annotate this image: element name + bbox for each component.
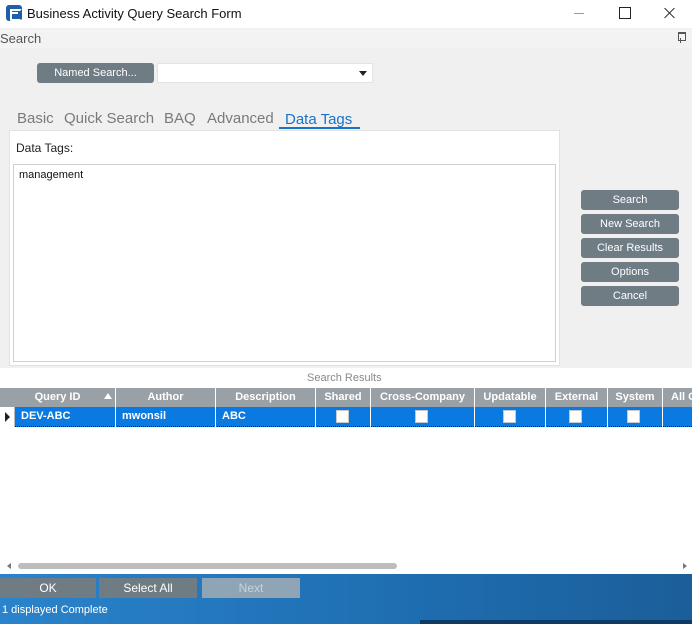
new-search-button[interactable]: New Search xyxy=(581,214,679,234)
cross-company-checkbox[interactable] xyxy=(415,410,428,423)
column-header-all-companies[interactable]: All C xyxy=(663,388,692,407)
window-title: Business Activity Query Search Form xyxy=(27,6,242,21)
cell-cross-company xyxy=(371,407,475,427)
cell-updatable xyxy=(475,407,546,427)
column-header-cross-company[interactable]: Cross-Company xyxy=(371,388,475,407)
title-bar: Business Activity Query Search Form xyxy=(0,0,692,28)
options-button[interactable]: Options xyxy=(581,262,679,282)
data-tags-input[interactable]: management xyxy=(13,164,556,362)
cell-query-id[interactable]: DEV-ABC xyxy=(15,407,116,427)
cell-shared xyxy=(316,407,371,427)
maximize-icon[interactable] xyxy=(602,0,648,28)
tab-baq[interactable]: BAQ xyxy=(164,110,196,127)
tab-advanced[interactable]: Advanced xyxy=(207,110,274,127)
scrollbar-thumb[interactable] xyxy=(18,563,397,569)
search-results-label: Search Results xyxy=(307,372,382,384)
pin-icon[interactable] xyxy=(677,32,686,43)
tab-basic[interactable]: Basic xyxy=(17,110,54,127)
scroll-right-icon[interactable] xyxy=(683,563,687,569)
close-icon[interactable] xyxy=(646,0,692,28)
column-header-description[interactable]: Description xyxy=(216,388,316,407)
tab-quick-search[interactable]: Quick Search xyxy=(64,110,154,127)
search-results-header: Search Results xyxy=(0,368,692,388)
chevron-down-icon[interactable] xyxy=(359,71,367,76)
ok-button[interactable]: OK xyxy=(0,578,96,598)
column-header-author[interactable]: Author xyxy=(116,388,216,407)
results-grid: Query ID Author Description Shared Cross… xyxy=(0,388,692,574)
tab-data-tags[interactable]: Data Tags xyxy=(285,111,352,128)
footer-divider xyxy=(420,620,692,624)
grid-header: Query ID Author Description Shared Cross… xyxy=(0,388,692,407)
column-header-system[interactable]: System xyxy=(608,388,663,407)
named-search-button[interactable]: Named Search... xyxy=(37,63,154,83)
cell-author[interactable]: mwonsil xyxy=(116,407,216,427)
table-row[interactable]: DEV-ABC mwonsil ABC xyxy=(0,407,692,427)
updatable-checkbox[interactable] xyxy=(503,410,516,423)
select-all-button[interactable]: Select All xyxy=(99,578,197,598)
data-tags-value: management xyxy=(19,169,84,181)
cell-all-companies xyxy=(663,407,692,427)
status-text: 1 displayed Complete xyxy=(2,604,108,616)
column-header-updatable[interactable]: Updatable xyxy=(475,388,546,407)
footer-bar: OK Select All Next 1 displayed Complete xyxy=(0,574,692,624)
row-indicator-icon xyxy=(5,412,10,422)
search-panel: Named Search... Basic Quick Search BAQ A… xyxy=(0,48,692,368)
clear-results-button[interactable]: Clear Results xyxy=(581,238,679,258)
cancel-button[interactable]: Cancel xyxy=(581,286,679,306)
cell-system xyxy=(608,407,663,427)
shared-checkbox[interactable] xyxy=(336,410,349,423)
external-checkbox[interactable] xyxy=(569,410,582,423)
search-button[interactable]: Search xyxy=(581,190,679,210)
row-selector[interactable] xyxy=(0,407,15,427)
next-button: Next xyxy=(202,578,300,598)
named-search-dropdown[interactable] xyxy=(157,63,373,83)
search-panel-header: Search xyxy=(0,29,692,48)
scroll-left-icon[interactable] xyxy=(7,563,11,569)
active-tab-indicator xyxy=(279,127,360,129)
column-header-shared[interactable]: Shared xyxy=(316,388,371,407)
app-logo-icon xyxy=(6,5,22,21)
data-tags-label: Data Tags: xyxy=(16,141,74,155)
search-panel-title: Search xyxy=(0,31,42,46)
cell-description[interactable]: ABC xyxy=(216,407,316,427)
horizontal-scrollbar[interactable] xyxy=(0,559,692,574)
system-checkbox[interactable] xyxy=(627,410,640,423)
cell-external xyxy=(546,407,608,427)
column-header-query-id[interactable]: Query ID xyxy=(0,388,116,407)
column-header-external[interactable]: External xyxy=(546,388,608,407)
minimize-icon[interactable] xyxy=(556,0,602,28)
data-tags-pane: Data Tags: management xyxy=(9,130,560,366)
sort-ascending-icon xyxy=(104,393,112,399)
